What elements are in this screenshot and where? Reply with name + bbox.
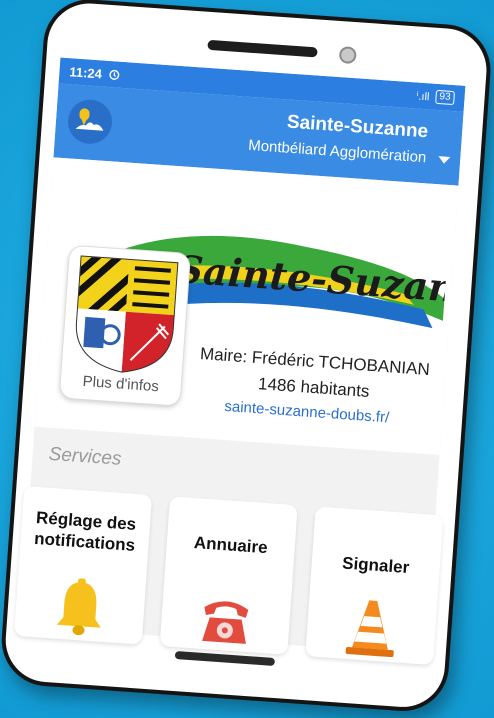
alarm-icon — [108, 69, 119, 80]
service-card-label: Annuaire — [193, 533, 269, 558]
population-count: 1486 habitants — [257, 374, 371, 401]
battery-indicator: 93 — [434, 89, 456, 106]
front-camera — [338, 46, 357, 65]
phone-mockup: 11:24 ⁱ.ıll 93 Sainte-Suzanne Montbéliar… — [0, 0, 494, 718]
home-indicator[interactable] — [174, 651, 276, 666]
coat-of-arms-card[interactable]: Plus d'infos — [58, 244, 192, 407]
town-name[interactable]: Sainte-Suzanne — [286, 112, 429, 144]
service-card-directory[interactable]: Annuaire — [159, 496, 298, 655]
traffic-cone-icon — [345, 600, 394, 658]
service-card-label: Réglage des notifications — [33, 508, 137, 555]
speaker-grille — [207, 39, 318, 58]
service-card-label: Signaler — [341, 553, 410, 578]
phone-frame: 11:24 ⁱ.ıll 93 Sainte-Suzanne Montbéliar… — [0, 0, 494, 715]
signal-icon: ⁱ.ıll — [416, 90, 430, 103]
town-hero: Sainte-Suzanne Plus d'infos Maire: Frédé… — [34, 157, 459, 455]
coat-of-arms-icon — [75, 255, 179, 373]
services-heading: Services — [47, 443, 123, 470]
bell-icon — [56, 578, 101, 636]
app-logo-icon[interactable] — [66, 98, 114, 146]
website-link[interactable]: sainte-suzanne-doubs.fr/ — [224, 398, 390, 426]
telephone-icon — [202, 601, 249, 644]
services-list: Réglage des notifications Annuaire Signa… — [13, 486, 444, 666]
service-card-report[interactable]: Signaler — [305, 506, 444, 666]
status-time: 11:24 — [68, 63, 103, 81]
service-card-notifications[interactable]: Réglage des notifications — [13, 486, 153, 645]
mayor-name: Maire: Frédéric TCHOBANIAN — [199, 344, 431, 380]
chevron-down-icon[interactable] — [437, 156, 451, 164]
